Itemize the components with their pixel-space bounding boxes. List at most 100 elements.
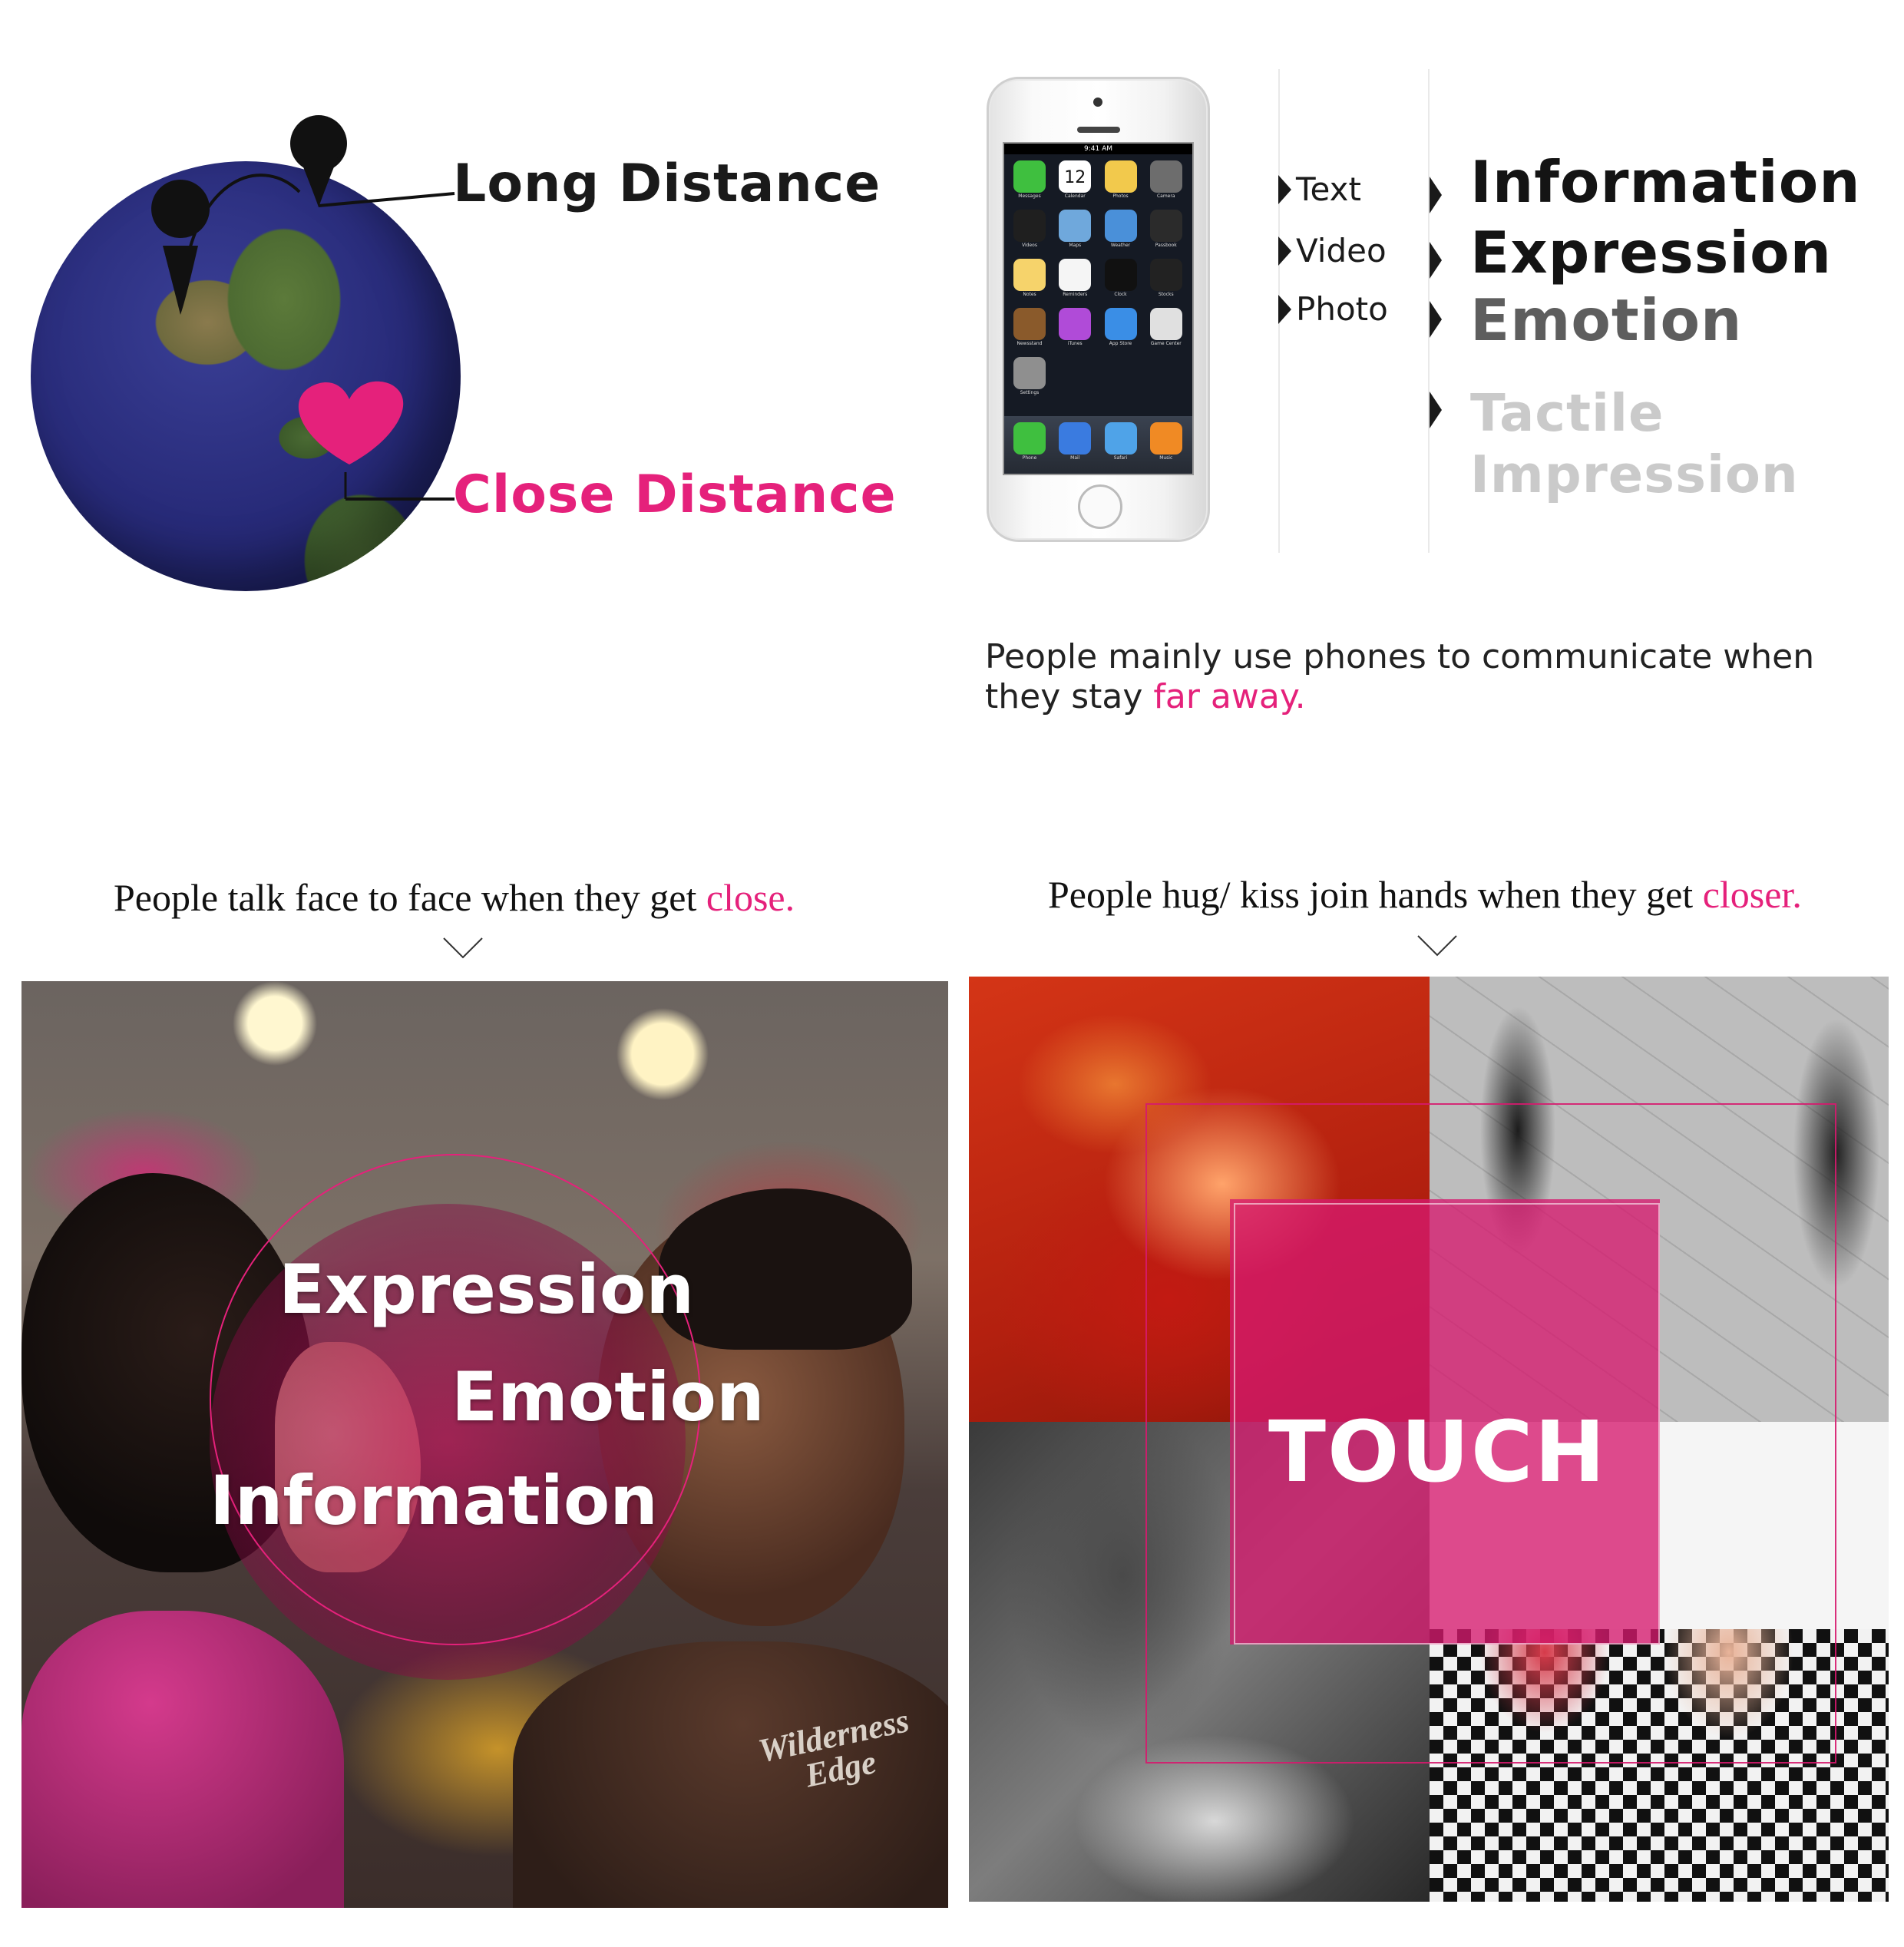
app-icon-graphic xyxy=(1013,160,1046,193)
media-item-label: Photo xyxy=(1296,290,1388,328)
term-emotion: Emotion xyxy=(1470,286,1743,354)
media-item-text: Text xyxy=(1278,170,1361,208)
phone-caption: People mainly use phones to communicate … xyxy=(985,637,1860,717)
photo-word-emotion: Emotion xyxy=(451,1357,765,1436)
chevron-down-icon xyxy=(1417,935,1457,957)
app-icon: Stocks xyxy=(1149,259,1182,299)
app-icon-label: Settings xyxy=(1020,390,1040,395)
app-icon-label: Photos xyxy=(1112,193,1129,199)
app-icon-label: Weather xyxy=(1110,243,1131,248)
caption-highlight: far away. xyxy=(1153,677,1306,716)
app-icon-graphic xyxy=(1013,357,1046,389)
app-icon: Music xyxy=(1149,422,1182,462)
caption-highlight: closer. xyxy=(1702,873,1802,916)
app-icon: Clock xyxy=(1104,259,1137,299)
app-icon: Settings xyxy=(1013,357,1046,397)
app-icon-label: Notes xyxy=(1023,292,1036,297)
app-icon-label: Safari xyxy=(1113,455,1128,461)
app-icon-label: Messages xyxy=(1018,193,1041,199)
app-icon-graphic xyxy=(1104,422,1137,455)
triangle-bullet-icon xyxy=(1278,174,1291,204)
term-expression: Expression xyxy=(1470,219,1833,286)
app-icon: Camera xyxy=(1149,160,1182,200)
right-caption: People hug/ kiss join hands when they ge… xyxy=(1048,872,1802,917)
app-icon-graphic xyxy=(1059,210,1092,242)
triangle-bullet-icon xyxy=(1430,242,1442,279)
app-icon-label: iTunes xyxy=(1067,341,1083,346)
close-distance-label: Close Distance xyxy=(453,464,897,525)
triangle-bullet-icon xyxy=(1278,236,1291,266)
app-icon: Maps xyxy=(1059,210,1092,250)
speaker-grille xyxy=(1077,127,1120,133)
app-icon-label: Newsstand xyxy=(1016,341,1043,346)
calendar-day: 12 xyxy=(1064,168,1086,187)
app-icon-label: App Store xyxy=(1109,341,1132,346)
app-icon: Newsstand xyxy=(1013,308,1046,348)
app-icon: iTunes xyxy=(1059,308,1092,348)
app-icon: Calendar 12 xyxy=(1059,160,1092,200)
app-icon-graphic xyxy=(1059,308,1092,340)
app-icon-graphic xyxy=(1149,160,1182,193)
touch-word: TOUCH xyxy=(1268,1403,1607,1501)
app-icon: Safari xyxy=(1104,422,1137,462)
phone-status-bar: 9:41 AM xyxy=(1004,144,1192,154)
app-icon-label: Videos xyxy=(1022,243,1037,248)
term-impression: Impression xyxy=(1470,445,1799,504)
app-icon: Weather xyxy=(1104,210,1137,250)
distance-pins-graphic xyxy=(151,115,455,501)
phone-dock: Phone Mail Safari Music xyxy=(1004,416,1192,474)
app-icon-graphic xyxy=(1149,210,1182,242)
smartphone-image: 9:41 AM Messages Calendar 12 Photos Camera Vi… xyxy=(987,77,1210,542)
triangle-bullet-icon xyxy=(1430,392,1442,428)
term-tactile: Tactile xyxy=(1470,383,1664,443)
app-icon-graphic xyxy=(1104,259,1137,291)
photo-word-expression: Expression xyxy=(279,1250,694,1329)
app-icon: Videos xyxy=(1013,210,1046,250)
app-icon-label: Mail xyxy=(1070,455,1080,461)
media-item-video: Video xyxy=(1278,232,1387,269)
app-icon: Messages xyxy=(1013,160,1046,200)
term-information: Information xyxy=(1470,148,1861,216)
caption-text: People mainly use phones to communicate … xyxy=(985,637,1815,716)
dock-icons: Phone Mail Safari Music xyxy=(1013,422,1186,462)
app-icon-label: Clock xyxy=(1114,292,1127,297)
app-icon-graphic xyxy=(1059,422,1092,455)
front-camera-icon xyxy=(1093,98,1102,107)
app-icon-graphic xyxy=(1059,259,1092,291)
app-icon: Reminders xyxy=(1059,259,1092,299)
app-icon-label: Reminders xyxy=(1063,292,1088,297)
woman-top xyxy=(21,1611,344,1908)
app-icon-label: Maps xyxy=(1069,243,1082,248)
long-distance-label: Long Distance xyxy=(453,154,881,214)
home-button xyxy=(1078,484,1122,529)
app-icon: Game Center xyxy=(1149,308,1182,348)
app-icon-graphic xyxy=(1013,259,1046,291)
app-icon-graphic xyxy=(1149,308,1182,340)
triangle-bullet-icon xyxy=(1430,177,1442,213)
app-icon-grid: Messages Calendar 12 Photos Camera Videos Maps… xyxy=(1013,160,1186,397)
caption-highlight: close. xyxy=(706,876,795,919)
triangle-bullet-icon xyxy=(1278,294,1291,324)
face-to-face-photo: Wilderness Edge Expression Emotion Infor… xyxy=(21,981,948,1908)
media-item-label: Text xyxy=(1296,170,1361,208)
app-icon-graphic xyxy=(1149,259,1182,291)
app-icon-graphic xyxy=(1104,160,1137,193)
app-icon: Passbook xyxy=(1149,210,1182,250)
touch-collage-photo: TOUCH xyxy=(969,977,1889,1902)
app-icon: Photos xyxy=(1104,160,1137,200)
app-icon-label: Phone xyxy=(1022,455,1037,461)
app-icon-label: Music xyxy=(1159,455,1173,461)
app-icon: Phone xyxy=(1013,422,1046,462)
left-caption: People talk face to face when they get c… xyxy=(114,875,795,920)
media-item-label: Video xyxy=(1296,232,1387,269)
caption-text: People talk face to face when they get xyxy=(114,876,706,919)
app-icon-graphic xyxy=(1013,422,1046,455)
app-icon-label: Calendar xyxy=(1064,193,1086,199)
chevron-down-icon xyxy=(443,937,483,959)
app-icon: Mail xyxy=(1059,422,1092,462)
app-icon-label: Stocks xyxy=(1158,292,1174,297)
app-icon-graphic xyxy=(1149,422,1182,455)
app-icon: Notes xyxy=(1013,259,1046,299)
media-item-photo: Photo xyxy=(1278,290,1388,328)
phone-screen: 9:41 AM Messages Calendar 12 Photos Camera Vi… xyxy=(1003,142,1194,475)
